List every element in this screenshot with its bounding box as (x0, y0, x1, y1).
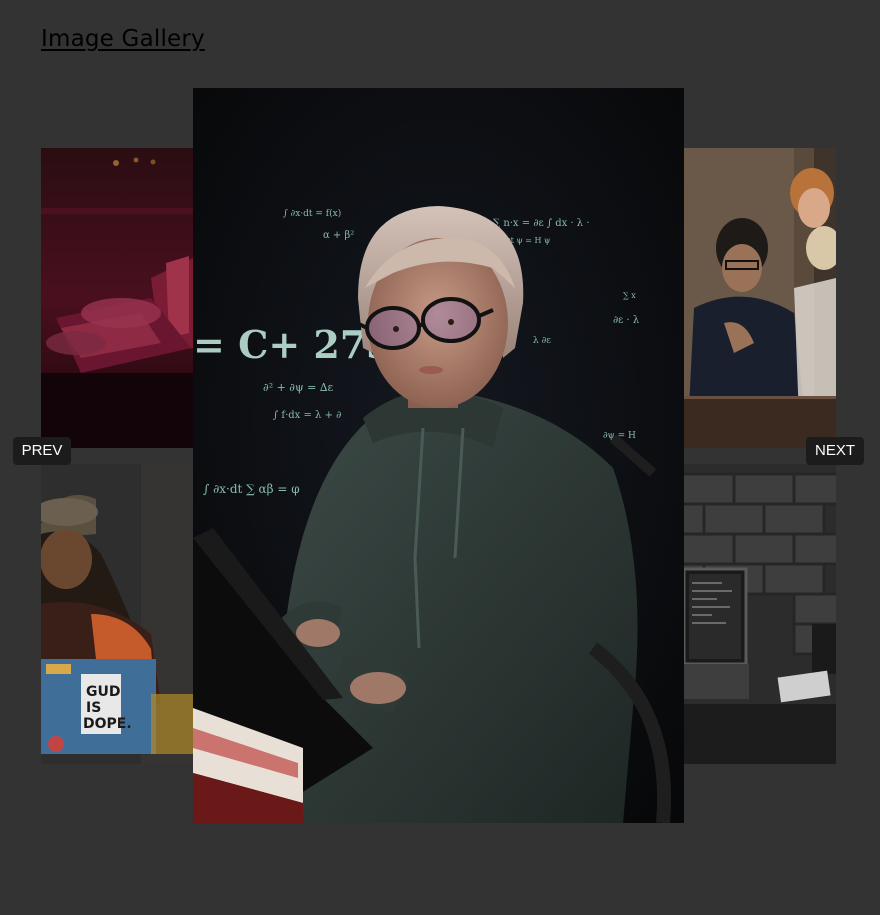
meeting-image (684, 148, 836, 448)
thumbnail-bottom-right[interactable] (684, 464, 836, 764)
thumbnail-bottom-left[interactable]: GUD IS DOPE. (41, 464, 193, 764)
next-button[interactable]: NEXT (806, 437, 864, 465)
svg-text:∑ x: ∑ x (623, 291, 636, 300)
svg-text:∫ ∂x·dt ∑ αβ = φ: ∫ ∂x·dt ∑ αβ = φ (203, 482, 300, 496)
brick-wall-laptop-image (684, 464, 836, 764)
svg-text:DOPE.: DOPE. (83, 716, 132, 732)
coder-girl-image: ∫ ∂x·dt = f(x) α + β² ∑ n·x = ∂ε ∫ dx · … (193, 88, 684, 823)
neon-laptop-image (41, 148, 193, 448)
svg-text:IS: IS (86, 700, 101, 716)
prev-button[interactable]: PREV (13, 437, 71, 465)
woman-laptop-image: GUD IS DOPE. (41, 464, 193, 764)
thumbnail-top-right[interactable] (684, 148, 836, 448)
svg-text:λ ∂ε: λ ∂ε (533, 336, 551, 346)
page-title[interactable]: Image Gallery (41, 26, 205, 52)
gallery-page: Image Gallery GUD IS DOPE. ∫ ∂x·dt = f(x… (0, 0, 880, 915)
featured-image[interactable]: ∫ ∂x·dt = f(x) α + β² ∑ n·x = ∂ε ∫ dx · … (193, 88, 684, 823)
svg-text:∑ n·x = ∂ε ∫ dx · λ ·: ∑ n·x = ∂ε ∫ dx · λ · (493, 218, 590, 229)
thumbnail-top-left[interactable] (41, 148, 193, 448)
svg-text:α + β²: α + β² (323, 230, 354, 241)
svg-text:∂ε · λ: ∂ε · λ (613, 315, 640, 326)
svg-text:∫ f·dx = λ + ∂: ∫ f·dx = λ + ∂ (273, 410, 341, 421)
svg-text:GUD: GUD (86, 684, 120, 700)
svg-text:∂² + ∂ψ = ∆ε: ∂² + ∂ψ = ∆ε (263, 381, 334, 394)
svg-text:∫ ∂x·dt = f(x): ∫ ∂x·dt = f(x) (283, 208, 341, 219)
